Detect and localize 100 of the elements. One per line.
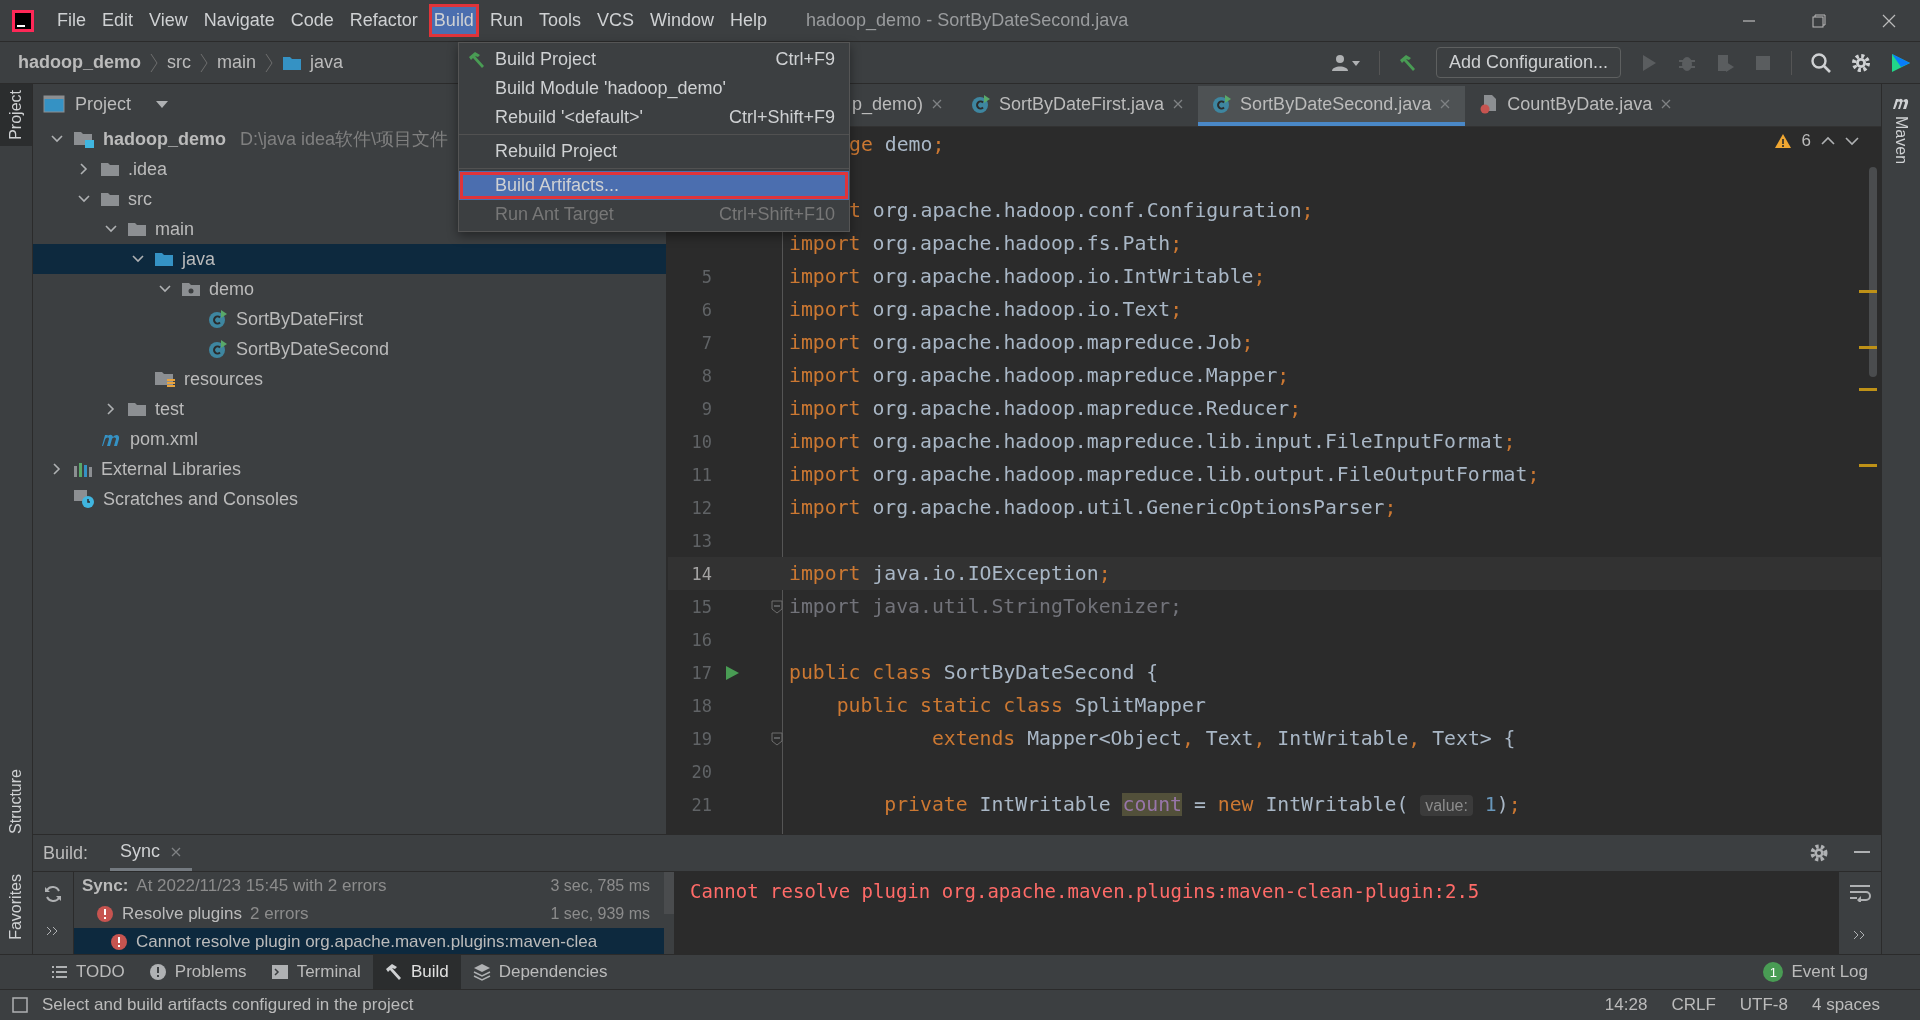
line-number: 13	[690, 530, 712, 551]
tree-item[interactable]: SortByDateFirst	[33, 304, 666, 334]
menu-item[interactable]: Build	[428, 4, 479, 37]
warning-count[interactable]: 6	[1801, 131, 1811, 151]
tree-item[interactable]: SortByDateSecond	[33, 334, 666, 364]
status-item[interactable]: 4 spaces	[1811, 995, 1880, 1015]
menu-item[interactable]: File	[52, 4, 91, 37]
menu-item[interactable]: Navigate	[198, 4, 280, 37]
menu-item[interactable]: Refactor	[344, 4, 423, 37]
scrollbar-thumb[interactable]	[664, 872, 674, 914]
breadcrumb[interactable]: main	[217, 52, 257, 73]
line-number: 18	[690, 695, 712, 716]
tree-item[interactable]: resources	[33, 364, 666, 394]
tree-item[interactable]: java	[33, 244, 666, 274]
menu-item[interactable]: Window	[644, 4, 719, 37]
window-title: hadoop_demo - SortByDateSecond.java	[806, 10, 1129, 31]
line-number: 19	[690, 728, 712, 749]
menu-entry[interactable]: Rebuild '<default>' Ctrl+Shift+F9	[459, 103, 849, 132]
menu-item[interactable]: Tools	[533, 4, 586, 37]
settings-icon[interactable]	[1850, 51, 1872, 74]
tool-window-button[interactable]: Maven	[1882, 84, 1920, 171]
class-icon	[208, 309, 228, 329]
tool-window-button[interactable]: Build	[372, 955, 461, 989]
menu-entry[interactable]: Build Module 'hadoop_demo'	[459, 74, 849, 103]
editor-tab[interactable]: SortByDateSecond.java	[1198, 86, 1466, 126]
line-number: 6	[700, 299, 712, 320]
line-number: 17	[690, 662, 712, 683]
folder-icon	[127, 401, 147, 417]
menu-entry[interactable]: Build Project Ctrl+F9	[459, 45, 849, 74]
code-line: import org.apache.hadoop.fs.Path;	[788, 232, 1183, 255]
code-line: import java.io.IOException;	[788, 562, 1111, 585]
source-folder-icon	[154, 251, 174, 267]
app-logo-icon[interactable]	[12, 9, 34, 32]
dropdown-caret-icon[interactable]	[155, 99, 170, 109]
tool-window-button[interactable]: TODO	[38, 955, 137, 989]
menu-item[interactable]: Edit	[97, 4, 139, 37]
search-icon[interactable]	[1810, 51, 1832, 74]
menu-entry[interactable]: Build Artifacts...	[459, 171, 849, 200]
scrollbar-thumb[interactable]	[1869, 167, 1877, 377]
tree-item[interactable]: Scratches and Consoles	[33, 484, 666, 514]
close-icon[interactable]	[931, 98, 944, 110]
package-folder-icon	[181, 281, 201, 297]
menu-item[interactable]: Code	[285, 4, 339, 37]
tool-window-button[interactable]: Favorites	[0, 868, 32, 946]
panel-title[interactable]: Project	[75, 93, 132, 115]
more-icon[interactable]	[1853, 930, 1867, 940]
more-icon[interactable]	[46, 926, 60, 936]
toggle-tool-windows-icon[interactable]	[12, 997, 28, 1013]
breadcrumb[interactable]: java	[310, 52, 344, 73]
tool-window-button[interactable]: Problems	[136, 955, 259, 989]
code-line: import org.apache.hadoop.io.IntWritable;	[788, 265, 1266, 288]
menu-item[interactable]: Help	[725, 4, 773, 37]
tree-item[interactable]: pom.xml	[33, 424, 666, 454]
panel-tab[interactable]: Sync	[110, 835, 193, 871]
sync-icon[interactable]	[43, 884, 63, 904]
logo-icon[interactable]	[1890, 51, 1912, 74]
settings-icon[interactable]	[1809, 843, 1829, 863]
close-icon[interactable]	[1172, 98, 1185, 110]
previous-icon[interactable]	[1821, 136, 1835, 146]
code-line: public class SortByDateSecond {	[788, 661, 1159, 684]
folder-icon	[100, 191, 120, 207]
editor-tab[interactable]: SortByDateFirst.java	[957, 86, 1199, 126]
menu-item[interactable]: VCS	[591, 4, 639, 37]
fold-icon[interactable]	[771, 599, 783, 614]
build-tree-item[interactable]: Cannot resolve plugin org.apache.maven.plugins:maven-clea	[74, 928, 664, 954]
hammer-icon[interactable]	[1397, 53, 1418, 72]
close-icon[interactable]	[170, 845, 183, 858]
menu-entry[interactable]: Rebuild Project	[459, 137, 849, 166]
tree-item[interactable]: External Libraries	[33, 454, 666, 484]
class-icon	[971, 94, 992, 114]
breadcrumb[interactable]: hadoop_demo	[18, 52, 141, 73]
status-item[interactable]: UTF-8	[1739, 995, 1788, 1015]
separator-icon	[264, 52, 275, 73]
tool-window-button[interactable]: Project	[0, 84, 32, 146]
build-tree-item[interactable]: Sync: At 2022/11/23 15:45 with 2 errors 3 sec, 785 ms	[74, 872, 664, 900]
source-folder-icon[interactable]	[282, 54, 303, 71]
user-icon[interactable]	[1330, 52, 1361, 73]
editor-tab[interactable]: p_demo)	[846, 86, 958, 126]
run-configuration-button[interactable]: Add Configuration...	[1435, 47, 1621, 78]
line-number: 16	[690, 629, 712, 650]
soft-wrap-icon[interactable]	[1849, 884, 1871, 902]
breadcrumb[interactable]: src	[167, 52, 191, 73]
next-icon[interactable]	[1845, 136, 1859, 146]
tool-window-button[interactable]: Dependencies	[460, 955, 620, 989]
menu-item[interactable]: Run	[484, 4, 528, 37]
tree-item[interactable]: demo	[33, 274, 666, 304]
menu-item[interactable]: View	[144, 4, 193, 37]
warning-icon[interactable]	[1773, 133, 1792, 149]
code-line: import org.apache.hadoop.mapreduce.Reducer;	[788, 397, 1302, 420]
tool-window-button[interactable]: Terminal	[258, 955, 373, 989]
fold-icon[interactable]	[771, 731, 783, 746]
event-log-button[interactable]: 1 Event Log	[1751, 955, 1880, 989]
run-gutter-icon[interactable]	[724, 664, 740, 681]
tree-item[interactable]: test	[33, 394, 666, 424]
status-item[interactable]: CRLF	[1671, 995, 1716, 1015]
tool-window-button[interactable]: Structure	[0, 763, 32, 841]
status-item[interactable]: 14:28	[1604, 995, 1648, 1015]
editor-tab[interactable]: CountByDate.java	[1465, 86, 1687, 126]
build-tree-item[interactable]: Resolve plugins 2 errors 1 sec, 939 ms	[74, 900, 664, 928]
close-icon[interactable]	[1660, 98, 1673, 110]
